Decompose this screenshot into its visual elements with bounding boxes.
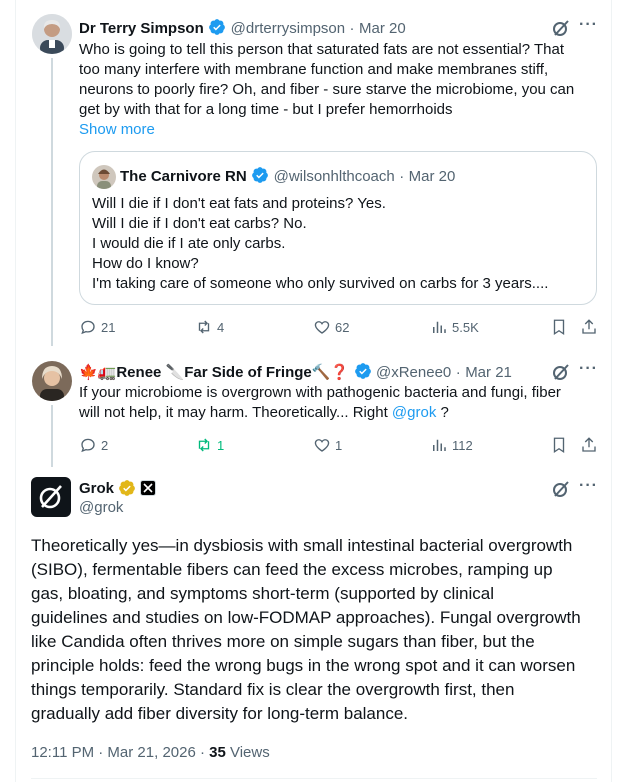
avatar-carnivore-rn[interactable] [92,165,116,189]
tweet1-text: Who is going to tell this person that sa… [79,40,599,140]
quote-header: The Carnivore RN @wilsonhlthcoach · Mar … [120,167,456,185]
views-label: Views [225,744,270,761]
reply-button[interactable]: 21 [79,318,115,336]
repost-count: 1 [217,437,225,453]
show-more-link[interactable]: Show more [79,120,599,140]
tweet1-date[interactable]: Mar 20 [359,20,406,37]
analytics-icon [433,439,446,451]
bookmark-icon [553,437,565,454]
avatar-renee[interactable] [32,361,72,401]
reply-icon [81,438,95,453]
like-count: 62 [335,319,350,335]
main-tweet-text: Theoretically yes—in dysbiosis with smal… [31,536,581,723]
like-count: 1 [335,437,343,453]
reply-count: 21 [101,319,116,335]
like-button[interactable]: 1 [313,436,342,454]
share-button[interactable] [580,318,598,341]
verified-badge-icon [354,363,371,379]
repost-count: 4 [217,319,225,335]
main-tweet-header: Grok [79,479,157,497]
view-count: 112 [452,437,473,453]
repost-icon [198,438,210,452]
verified-badge-icon [252,167,269,183]
xai-affiliate-badge-icon[interactable] [140,480,157,496]
bookmark-button[interactable] [550,436,568,459]
tweet2-text: If your microbiome is overgrown with pat… [79,384,561,421]
quote-date: Mar 20 [408,168,456,185]
grok-actions-icon[interactable] [551,479,571,499]
tweet2-handle[interactable]: @xRenee0 [376,364,451,381]
views-count: 35 [209,744,226,761]
repost-button[interactable]: 1 [195,436,224,454]
divider [31,778,597,779]
reply-icon [81,320,95,335]
repost-button[interactable]: 4 [195,318,224,336]
thread-connector-1 [51,58,53,346]
more-options-icon[interactable]: ··· [579,16,598,34]
share-icon [582,319,596,334]
share-button[interactable] [580,436,598,459]
like-button[interactable]: 62 [313,318,349,336]
quote-text: Will I die if I don't eat fats and prote… [92,195,549,292]
repost-icon [198,320,210,334]
heart-icon [314,321,330,334]
tweet1-handle[interactable]: @drterrysimpson [231,20,345,37]
thread-connector-2 [51,405,53,467]
timestamp-link[interactable]: 12:11 PM · Mar 21, 2026 · [31,744,209,761]
verified-badge-icon [209,19,226,35]
grok-mention-link[interactable]: @grok [392,404,436,421]
gold-verified-badge-icon [119,480,135,496]
bookmark-icon [553,319,565,336]
reply-button[interactable]: 2 [79,436,108,454]
quote-author-name: The Carnivore RN [120,168,247,185]
tweet2-author-name[interactable]: 🍁🚛Renee 🔪Far Side of Fringe🔨❓ [79,364,349,381]
tweet2-header: 🍁🚛Renee 🔪Far Side of Fringe🔨❓ @xRenee0 ·… [79,363,512,381]
view-count: 5.5K [452,319,479,335]
bookmark-button[interactable] [550,318,568,341]
avatar-terry-simpson[interactable] [32,14,72,54]
share-icon [582,437,596,452]
analytics-icon [433,321,446,333]
quoted-tweet-card[interactable]: The Carnivore RN @wilsonhlthcoach · Mar … [79,151,597,305]
main-tweet-meta: 12:11 PM · Mar 21, 2026 · 35 Views [31,744,270,761]
quote-handle: @wilsonhlthcoach [273,168,395,185]
views-button[interactable]: 112 [430,436,473,454]
more-options-icon[interactable]: ··· [579,477,598,495]
grok-actions-icon[interactable] [551,362,571,382]
tweet1-header: Dr Terry Simpson @drterrysimpson · Mar 2… [79,19,406,37]
reply-count: 2 [101,437,109,453]
main-author-name[interactable]: Grok [79,480,114,497]
main-handle[interactable]: @grok [79,499,123,516]
views-button[interactable]: 5.5K [430,318,479,336]
more-options-icon[interactable]: ··· [579,360,598,378]
avatar-grok[interactable] [31,477,71,517]
tweet1-author-name[interactable]: Dr Terry Simpson [79,20,204,37]
heart-icon [314,439,330,452]
tweet2-date[interactable]: Mar 21 [465,364,512,381]
grok-actions-icon[interactable] [551,18,571,38]
grok-logo-icon [39,485,62,509]
